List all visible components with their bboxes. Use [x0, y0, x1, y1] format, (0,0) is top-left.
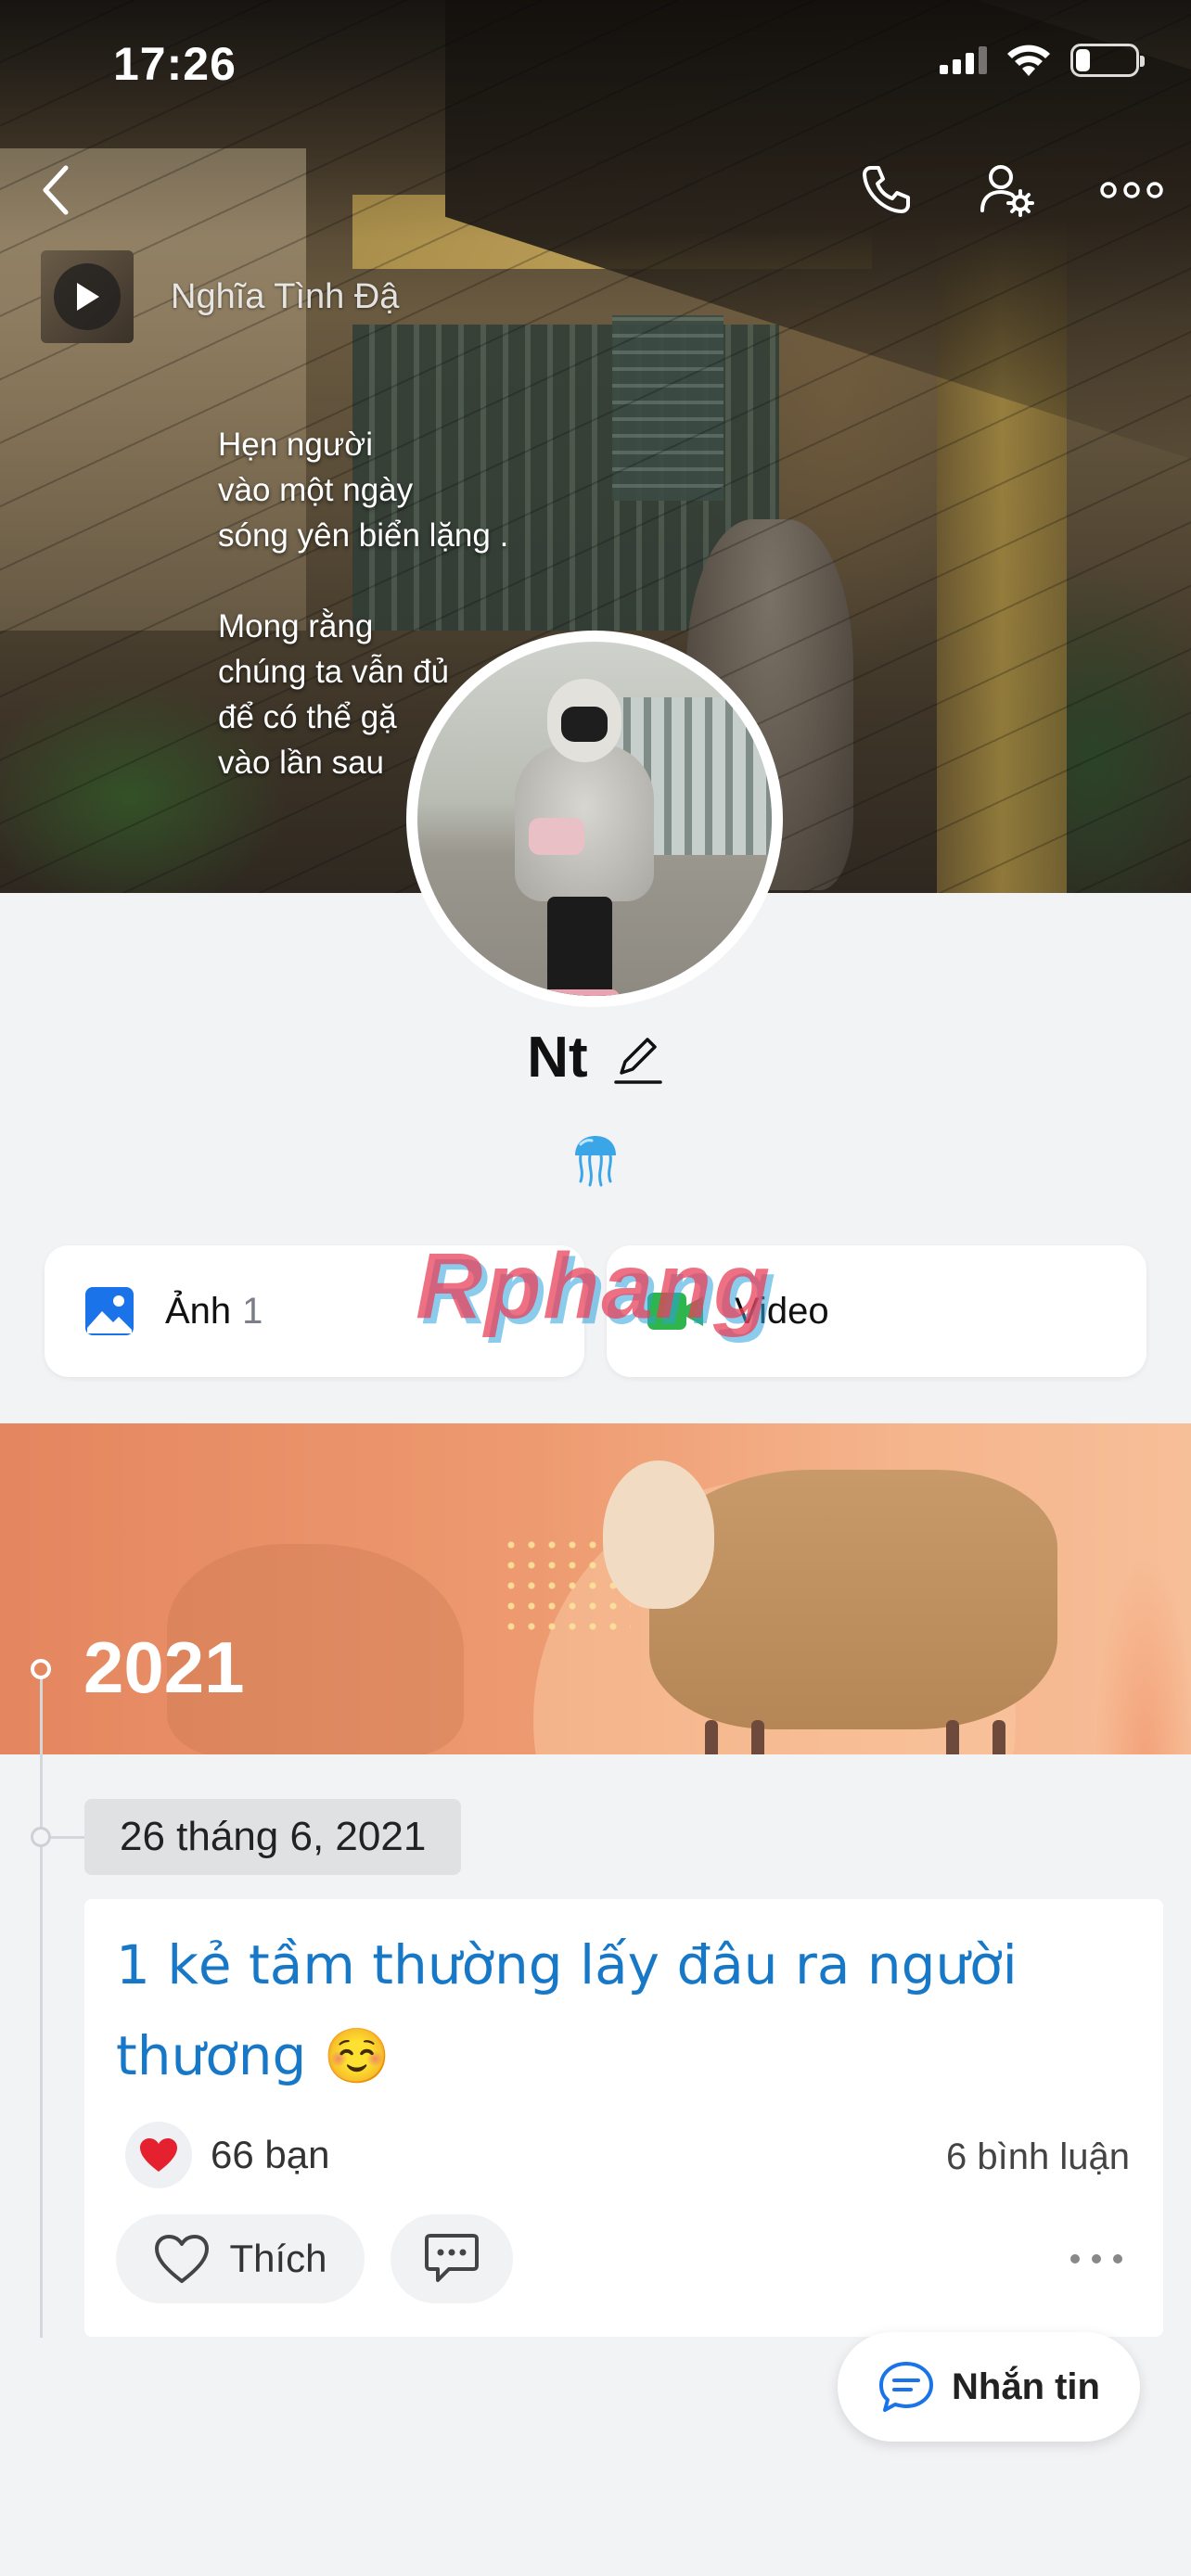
- comment-count[interactable]: 6 bình luận: [946, 2136, 1130, 2178]
- music-title: Nghĩa Tình Đậ: [171, 276, 400, 316]
- reaction-count: 66 bạn: [211, 2133, 330, 2176]
- videos-label: Video: [735, 1290, 829, 1332]
- post-date: 26 tháng 6, 2021: [84, 1799, 462, 1875]
- status-time: 17:26: [113, 38, 237, 90]
- profile-name: Nt: [527, 1026, 588, 1090]
- video-camera-icon: [647, 1293, 703, 1330]
- like-label: Thích: [229, 2237, 327, 2280]
- friend-settings-button[interactable]: [974, 158, 1039, 223]
- heart-icon: [140, 2138, 177, 2172]
- play-icon: [77, 283, 99, 311]
- timeline-year-dot: [31, 1659, 51, 1679]
- cover-caption-line: vào một ngày: [218, 472, 414, 508]
- user-gear-icon: [980, 165, 1034, 217]
- jellyfish-icon: [575, 1136, 616, 1187]
- year-label: 2021: [83, 1626, 245, 1708]
- back-button[interactable]: [28, 158, 83, 223]
- photos-count: 1: [242, 1290, 263, 1332]
- edit-pencil-icon[interactable]: [612, 1030, 664, 1086]
- phone-icon: [863, 166, 910, 213]
- timeline-branch: [51, 1836, 84, 1839]
- name-row: Nt: [0, 1025, 1191, 1090]
- photos-text: Ảnh 1: [165, 1291, 263, 1333]
- call-button[interactable]: [853, 158, 918, 223]
- post-text: 1 kẻ tầm thường lấy đâu ra người thương …: [116, 1933, 1018, 2087]
- year-banner: 2021: [0, 1423, 1191, 1754]
- comment-button[interactable]: [391, 2214, 513, 2303]
- more-horizontal-icon: [1100, 182, 1163, 198]
- like-button[interactable]: Thích: [116, 2214, 365, 2303]
- photos-card[interactable]: Ảnh 1: [45, 1245, 584, 1377]
- status-icons: [940, 43, 1145, 78]
- post-more-button[interactable]: [1070, 2240, 1122, 2277]
- post-card[interactable]: 1 kẻ tầm thường lấy đâu ra người thương …: [84, 1899, 1163, 2337]
- timeline-node: [31, 1827, 51, 1847]
- play-button[interactable]: [54, 263, 121, 330]
- cover-caption-line: Hẹn người: [218, 427, 374, 463]
- profile-music[interactable]: Nghĩa Tình Đậ: [41, 250, 399, 343]
- wifi-icon: [1007, 45, 1050, 76]
- image-icon: [85, 1287, 134, 1335]
- more-options-button[interactable]: [1095, 158, 1169, 223]
- chat-bubble-icon: [425, 2234, 479, 2282]
- profile-page: Hẹn người vào một ngày sóng yên biển lặn…: [0, 0, 1191, 2576]
- cover-caption-line: Mong rằng: [218, 608, 374, 644]
- status-emoji: [571, 1133, 620, 1187]
- battery-icon: [1070, 44, 1145, 77]
- avatar-photo: [417, 642, 772, 996]
- cellular-signal-icon: [940, 46, 987, 74]
- cover-caption-line: [218, 558, 570, 604]
- avatar[interactable]: [406, 631, 783, 1007]
- heart-reaction: [125, 2122, 192, 2188]
- videos-card[interactable]: Video: [607, 1245, 1146, 1377]
- music-thumbnail[interactable]: [41, 250, 134, 343]
- chevron-left-icon: [43, 165, 69, 215]
- message-label: Nhắn tin: [952, 2366, 1100, 2407]
- photos-label: Ảnh: [165, 1290, 232, 1332]
- message-icon: [879, 2362, 933, 2412]
- timeline-line: [40, 1679, 43, 2338]
- heart-outline-icon: [155, 2235, 210, 2283]
- cover-caption-line: sóng yên biển lặng .: [218, 517, 509, 554]
- message-button[interactable]: Nhắn tin: [838, 2332, 1140, 2442]
- reactions-summary[interactable]: 66 bạn: [125, 2122, 329, 2188]
